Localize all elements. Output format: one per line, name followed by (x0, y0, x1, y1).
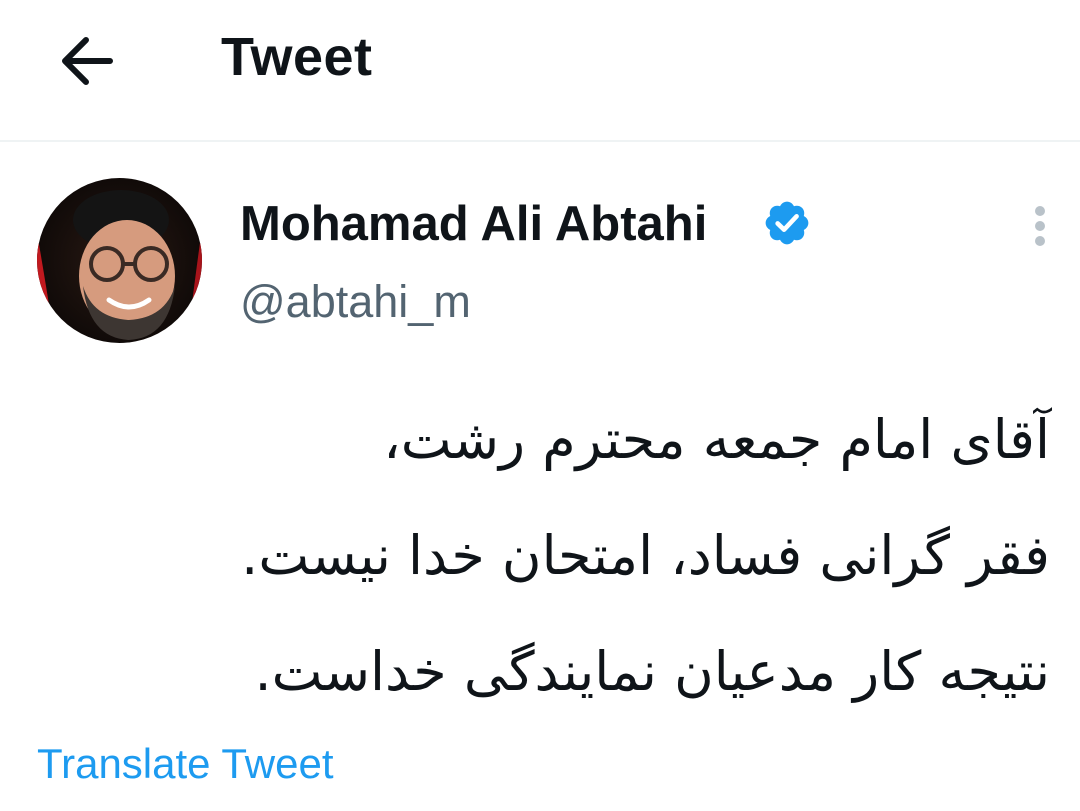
avatar-image (37, 178, 202, 343)
top-bar: Tweet (0, 0, 1080, 142)
verified-badge-icon (762, 198, 812, 248)
author-display-name[interactable]: Mohamad Ali Abtahi (240, 195, 707, 253)
more-options-button[interactable] (1020, 200, 1060, 256)
tweet-text-line: آقای امام جمعه محترم رشت، (383, 408, 1050, 471)
tweet-text-line: فقر گرانی فساد، امتحان خدا نیست. (241, 524, 1050, 587)
tweet-text: آقای امام جمعه محترم رشت، فقر گرانی فساد… (30, 382, 1050, 730)
translate-tweet-link[interactable]: Translate Tweet (37, 738, 333, 790)
author-handle[interactable]: @abtahi_m (240, 274, 471, 330)
back-button[interactable] (52, 26, 122, 96)
more-vertical-icon (1035, 206, 1045, 246)
page-title: Tweet (221, 27, 373, 87)
arrow-left-icon (62, 37, 113, 85)
tweet-text-line: نتیجه کار مدعیان نمایندگی خداست. (254, 640, 1050, 703)
avatar[interactable] (37, 178, 202, 343)
